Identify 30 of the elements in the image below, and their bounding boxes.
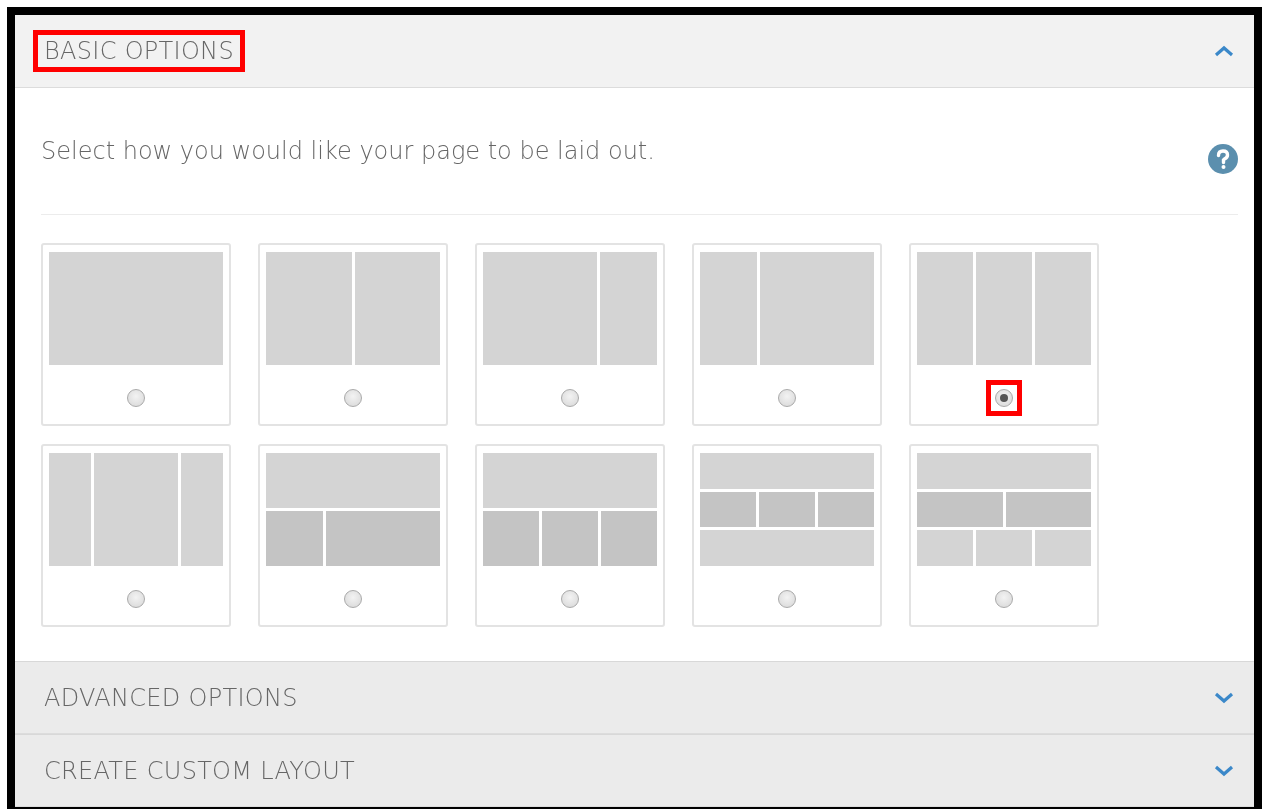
- section-header[interactable]: CREATE CUSTOM LAYOUT: [15, 734, 1254, 807]
- radio-button[interactable]: [561, 389, 579, 407]
- radio-button[interactable]: [344, 389, 362, 407]
- radio-button[interactable]: [995, 590, 1013, 608]
- section-header[interactable]: BASIC OPTIONS: [15, 15, 1254, 88]
- layout-option[interactable]: [692, 243, 882, 426]
- section-title: ADVANCED OPTIONS: [44, 683, 298, 712]
- help-icon[interactable]: [1208, 144, 1238, 174]
- layout-option[interactable]: [258, 444, 448, 627]
- chevron-up-icon[interactable]: [1214, 45, 1234, 57]
- section-title: CREATE CUSTOM LAYOUT: [44, 756, 355, 785]
- chevron-down-icon[interactable]: [1214, 691, 1234, 704]
- chevron-down-icon[interactable]: [1214, 764, 1234, 777]
- radio-button[interactable]: [778, 389, 796, 407]
- layout-option[interactable]: [258, 243, 448, 426]
- layout-option[interactable]: [41, 444, 231, 627]
- description-text: Select how you would like your page to be laid out.: [41, 137, 655, 165]
- section-header[interactable]: ADVANCED OPTIONS: [15, 661, 1254, 734]
- layout-option[interactable]: [692, 444, 882, 627]
- radio-button[interactable]: [995, 389, 1013, 407]
- radio-button[interactable]: [127, 389, 145, 407]
- radio-button[interactable]: [127, 590, 145, 608]
- radio-button[interactable]: [344, 590, 362, 608]
- section-title: BASIC OPTIONS: [44, 37, 234, 65]
- layout-option[interactable]: [475, 444, 665, 627]
- radio-button[interactable]: [561, 590, 579, 608]
- radio-button[interactable]: [778, 590, 796, 608]
- layout-option[interactable]: [41, 243, 231, 426]
- layout-option[interactable]: [475, 243, 665, 426]
- layout-option[interactable]: [909, 444, 1099, 627]
